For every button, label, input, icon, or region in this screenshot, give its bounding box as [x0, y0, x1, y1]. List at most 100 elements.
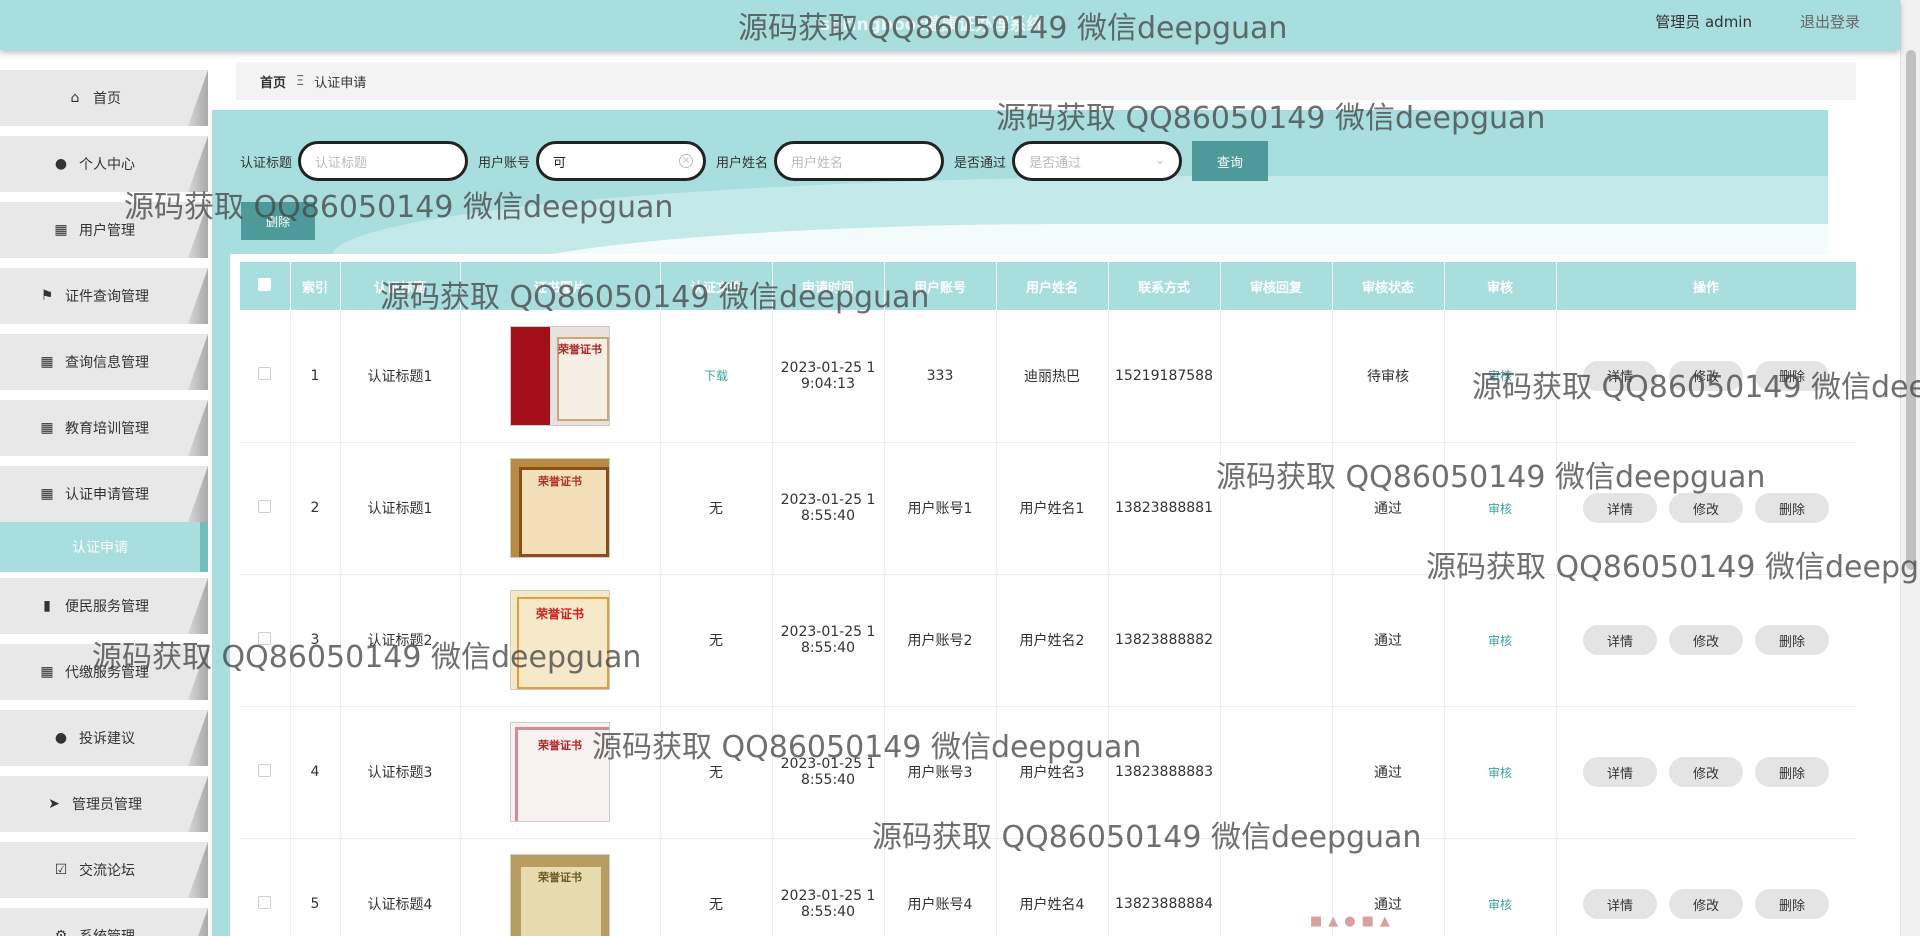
audit-link[interactable]: 审核 [1488, 634, 1512, 648]
audit-link[interactable]: 审核 [1488, 766, 1512, 780]
row-index: 4 [290, 706, 341, 839]
name-filter-input[interactable]: 用户姓名 [774, 141, 945, 181]
edit-button[interactable]: 修改 [1669, 757, 1743, 787]
sidebar-item-system-management[interactable]: ⚙ 系统管理 [0, 908, 208, 936]
delete-button[interactable]: 删除 [1755, 360, 1829, 391]
audit-link[interactable]: 审核 [1488, 898, 1512, 912]
sidebar-item-query-info[interactable]: ▦ 查询信息管理 [0, 334, 208, 390]
detail-button[interactable]: 详情 [1583, 889, 1657, 919]
column-header: 申请时间 [772, 262, 885, 310]
pass-filter-placeholder: 是否通过 [1029, 155, 1082, 171]
page-scrollbar[interactable] [1900, 0, 1920, 936]
batch-delete-button[interactable]: 删除 [241, 202, 315, 240]
apply-time: 2023-01-25 1 [780, 888, 876, 904]
audit-link[interactable]: 审核 [1488, 369, 1512, 383]
logout-link[interactable]: 退出登录 [1800, 11, 1860, 32]
certificate-image[interactable]: 荣誉证书 [510, 458, 610, 558]
detail-button[interactable]: 详情 [1583, 360, 1657, 391]
row-file: 无 [660, 442, 773, 575]
breadcrumb-separator-icon: Ξ [296, 73, 305, 89]
delete-button[interactable]: 删除 [1755, 625, 1829, 655]
sidebar-item-forum[interactable]: ☑ 交流论坛 [0, 842, 208, 898]
table-row: 3 认证标题2 荣誉证书 无 2023-01-25 1 8:55:40 用户账号2… [240, 574, 1856, 707]
select-all-header[interactable] [240, 262, 291, 310]
sidebar-item-label: 证件查询管理 [65, 289, 149, 305]
column-header: 用户姓名 [996, 262, 1109, 310]
detail-button[interactable]: 详情 [1583, 625, 1657, 655]
grid-icon: ▦ [54, 222, 68, 238]
certificate-image[interactable]: 荣誉证书 [510, 590, 610, 690]
row-checkbox[interactable] [258, 367, 272, 381]
row-reply [1220, 574, 1333, 707]
edit-button[interactable]: 修改 [1669, 360, 1743, 391]
sidebar-item-user-management[interactable]: ▦ 用户管理 [0, 202, 208, 258]
certificate-image[interactable]: 荣誉证书 [510, 854, 610, 936]
table-row: 5 认证标题4 荣誉证书 无 2023-01-25 1 8:55:40 用户账号4… [240, 838, 1856, 936]
input-method-toolbar-icon: ■▲●■▲ [1310, 914, 1396, 929]
sidebar-item-certification-apply-mgmt[interactable]: ▦ 认证申请管理 [0, 466, 208, 522]
row-status: 待审核 [1332, 310, 1445, 443]
grid-icon: ▦ [40, 664, 54, 680]
sidebar: ⌂ 首页 ● 个人中心 ▦ 用户管理 ⚑ 证件查询管理 ▦ 查询信息管理 ▦ 教育培训管理 … [0, 58, 212, 936]
sidebar-item-admin-management[interactable]: ➤ 管理员管理 [0, 776, 208, 832]
detail-button[interactable]: 详情 [1583, 493, 1657, 523]
row-account: 用户账号4 [884, 838, 997, 936]
sidebar-item-payment-service[interactable]: ▦ 代缴服务管理 [0, 644, 208, 700]
sidebar-item-certificate-query[interactable]: ⚑ 证件查询管理 [0, 268, 208, 324]
delete-button[interactable]: 删除 [1755, 757, 1829, 787]
account-filter-input[interactable]: 可 × [536, 141, 707, 181]
row-title: 认证标题1 [340, 310, 461, 443]
sidebar-item-education-training[interactable]: ▦ 教育培训管理 [0, 400, 208, 456]
apply-time: 2023-01-25 1 [780, 624, 876, 640]
sidebar-item-home[interactable]: ⌂ 首页 [0, 70, 208, 126]
row-checkbox[interactable] [258, 895, 272, 909]
certificate-image-title: 荣誉证书 [538, 871, 582, 884]
row-title: 认证标题3 [340, 706, 461, 839]
sidebar-item-complaints[interactable]: ● 投诉建议 [0, 710, 208, 766]
sidebar-item-label: 管理员管理 [72, 797, 142, 813]
title-filter-input[interactable]: 认证标题 [298, 141, 469, 181]
row-checkbox[interactable] [258, 763, 272, 777]
sidebar-item-convenience-service[interactable]: ▮ 便民服务管理 [0, 578, 208, 634]
edit-button[interactable]: 修改 [1669, 493, 1743, 523]
column-header: 证书图片 [460, 262, 661, 310]
sidebar-item-personal-center[interactable]: ● 个人中心 [0, 136, 208, 192]
delete-button[interactable]: 删除 [1755, 889, 1829, 919]
account-filter-label: 用户账号 [478, 155, 531, 171]
audit-link[interactable]: 审核 [1488, 502, 1512, 516]
submenu-item-certification-apply[interactable]: 认证申请 [0, 522, 208, 572]
table-row: 4 认证标题3 荣誉证书 无 2023-01-25 1 8:55:40 用户账号3… [240, 706, 1856, 839]
detail-button[interactable]: 详情 [1583, 757, 1657, 787]
sidebar-item-label: 便民服务管理 [65, 599, 149, 615]
row-index: 5 [290, 838, 341, 936]
select-all-checkbox[interactable] [258, 277, 272, 291]
scrollbar-thumb[interactable] [1906, 50, 1916, 570]
sidebar-item-label: 首页 [93, 91, 121, 107]
edit-button[interactable]: 修改 [1669, 889, 1743, 919]
table-row: 2 认证标题1 荣誉证书 无 2023-01-25 1 8:55:40 用户账号1… [240, 442, 1856, 575]
delete-button[interactable]: 删除 [1755, 493, 1829, 523]
row-status: 通过 [1332, 706, 1445, 839]
user-icon: ● [54, 156, 68, 172]
download-link[interactable]: 下载 [704, 369, 728, 383]
clear-icon[interactable]: × [679, 154, 694, 168]
row-phone: 15219187588 [1108, 310, 1221, 443]
table-row: 1 认证标题1 荣誉证书 下载 2023-01-25 1 9:04:13 333 … [240, 310, 1856, 443]
row-name: 用户姓名3 [996, 706, 1109, 839]
row-checkbox[interactable] [258, 631, 272, 645]
row-title: 认证标题2 [340, 574, 461, 707]
bar-chart-icon: ▮ [43, 598, 51, 614]
certificate-image[interactable]: 荣誉证书 [510, 722, 610, 822]
row-checkbox[interactable] [258, 499, 272, 513]
query-button[interactable]: 查询 [1192, 141, 1269, 181]
sidebar-item-label: 个人中心 [79, 157, 135, 173]
row-phone: 13823888883 [1108, 706, 1221, 839]
certificate-image[interactable]: 荣誉证书 [510, 325, 610, 426]
column-header: 审核状态 [1332, 262, 1445, 310]
pass-filter-label: 是否通过 [954, 155, 1007, 171]
breadcrumb-home[interactable]: 首页 [260, 72, 286, 91]
apply-time-cont: 8:55:40 [801, 508, 855, 524]
edit-button[interactable]: 修改 [1669, 625, 1743, 655]
pass-filter-select[interactable]: 是否通过 ⌄ [1012, 141, 1183, 181]
row-status: 通过 [1332, 574, 1445, 707]
